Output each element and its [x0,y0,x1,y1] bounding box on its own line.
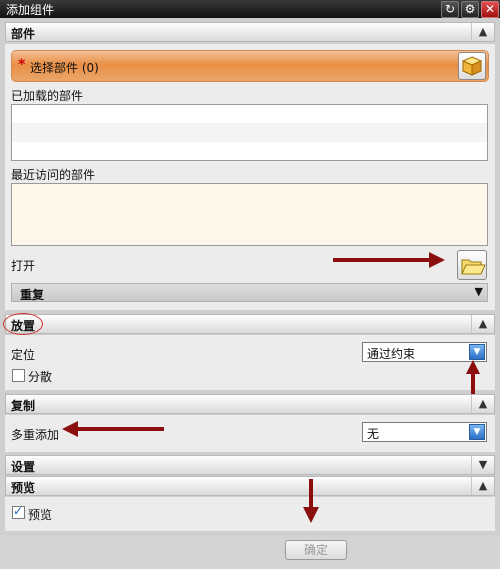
folder-open-icon [461,259,486,275]
chevron-down-icon[interactable]: ▼ [469,344,485,360]
repeat-row[interactable]: 重复 ▼ [11,283,488,302]
open-label: 打开 [11,259,36,273]
scatter-checkbox[interactable] [12,369,25,382]
section-preview-header[interactable]: 预览 ▲ [5,476,495,496]
select-part-row[interactable]: * 选择部件 (0) [11,50,489,82]
list-row [12,123,487,142]
section-settings-header[interactable]: 设置 ▼ [5,455,495,475]
position-value: 通过约束 [367,347,416,361]
chevron-down-icon[interactable]: ▼ [471,456,494,474]
check-icon: ✓ [13,504,24,518]
gear-icon[interactable]: ⚙ [461,1,479,18]
section-title: 部件 [11,27,36,41]
ok-label: 确定 [303,543,328,557]
multi-add-value: 无 [367,427,380,441]
position-select[interactable]: 通过约束 ▼ [362,342,487,362]
section-place-header[interactable]: 放置 ▲ [5,314,495,334]
recent-parts-label: 最近访问的部件 [11,168,96,182]
annotation-arrow [303,479,319,523]
section-title: 复制 [11,399,36,413]
annotation-arrow [333,252,445,268]
multi-add-select[interactable]: 无 ▼ [362,422,487,442]
chevron-down-icon[interactable]: ▼ [475,285,483,298]
title-bar: 添加组件 ↻ ⚙ ✕ [0,0,500,18]
chevron-up-icon[interactable]: ▲ [471,315,494,333]
section-parts-header[interactable]: 部件 ▲ [5,22,495,42]
multi-add-label: 多重添加 [11,428,60,442]
recent-parts-list[interactable] [11,183,488,246]
ok-button[interactable]: 确定 [285,540,347,560]
select-part-button[interactable] [458,52,486,80]
select-part-label: 选择部件 (0) [30,61,99,75]
preview-checkbox[interactable]: ✓ [12,504,25,519]
section-copy-header[interactable]: 复制 ▲ [5,394,495,414]
section-title: 设置 [11,460,36,474]
repeat-label: 重复 [20,288,45,302]
chevron-up-icon[interactable]: ▲ [471,23,494,41]
loaded-parts-label: 已加载的部件 [11,89,84,103]
annotation-circle [3,313,43,335]
close-icon[interactable]: ✕ [481,1,499,18]
annotation-arrow [466,360,480,396]
position-label: 定位 [11,348,36,362]
chevron-up-icon[interactable]: ▲ [471,395,494,413]
required-asterisk: * [18,57,26,73]
footer-bar: 确定 [0,535,500,569]
window-title: 添加组件 [6,3,55,17]
scatter-label: 分散 [28,370,53,384]
open-file-button[interactable] [457,250,487,280]
annotation-arrow [62,421,164,437]
preview-label: 预览 [28,508,53,522]
chevron-down-icon[interactable]: ▼ [469,424,485,440]
section-title: 预览 [11,481,36,495]
reset-icon[interactable]: ↻ [441,1,459,18]
preview-panel [5,497,495,531]
loaded-parts-list[interactable] [11,104,488,161]
chevron-up-icon[interactable]: ▲ [471,477,494,495]
cube-icon [461,56,483,76]
